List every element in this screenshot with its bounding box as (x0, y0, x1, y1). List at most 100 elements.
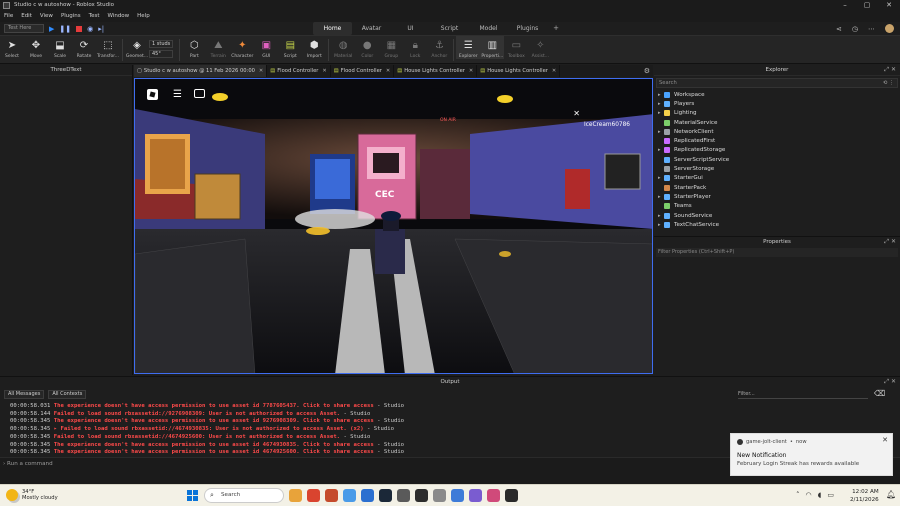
tool-rotate[interactable]: ⟳ Rotate (72, 36, 96, 59)
panel-controls-icon[interactable]: ⤢ ✕ (884, 378, 896, 386)
menu-window[interactable]: Window (107, 13, 129, 19)
menu-test[interactable]: Test (89, 13, 100, 19)
explorer-item[interactable]: ▸ NetworkClient (658, 127, 900, 136)
menu-view[interactable]: View (40, 13, 53, 19)
notification-toast[interactable]: game-jolt-client • now ✕ New Notificatio… (730, 433, 893, 476)
tool-select[interactable]: ➤ Select (0, 36, 24, 59)
explorer-item[interactable]: ▸ ReplicatedStorage (658, 146, 900, 155)
taskbar-app-icon[interactable] (433, 489, 446, 502)
tool-gui[interactable]: ▣ GUI (254, 36, 278, 59)
close-icon[interactable]: ✕ (882, 436, 888, 444)
tool-geometry[interactable]: ◈ Geomet... (125, 36, 149, 59)
menu-file[interactable]: File (4, 13, 13, 19)
close-tab-icon[interactable]: ✕ (322, 68, 326, 74)
weather-widget[interactable]: 34°F Mostly cloudy (6, 489, 58, 501)
tool-assistant[interactable]: ✧ Assist... (528, 36, 552, 59)
explorer-item[interactable]: ReplicatedFirst (658, 136, 900, 145)
tool-explorer[interactable]: ☰ Explorer (456, 36, 481, 59)
close-tab-icon[interactable]: ✕ (259, 68, 263, 74)
menu-edit[interactable]: Edit (21, 13, 32, 19)
output-filter-input[interactable]: Filter... (738, 390, 868, 399)
menu-help[interactable]: Help (137, 13, 150, 19)
taskbar-app-icon[interactable] (289, 489, 302, 502)
tab-avatar[interactable]: Avatar (352, 22, 391, 35)
explorer-item[interactable]: ▸ TextChatService (658, 220, 900, 229)
play-icon[interactable]: ▶ (49, 25, 54, 33)
log-line[interactable]: 00:00:58.345 The experience doesn't have… (10, 418, 404, 426)
taskbar-app-icon[interactable] (397, 489, 410, 502)
clear-output-icon[interactable]: ⌫ (874, 389, 885, 398)
move-snap-field[interactable]: 1 studs (149, 40, 174, 48)
log-line[interactable]: 00:00:58.345 ▸ Failed to load sound rbxa… (10, 426, 404, 434)
close-tab-icon[interactable]: ✕ (469, 68, 473, 74)
taskbar-app-icon[interactable] (451, 489, 464, 502)
taskbar-app-icon[interactable] (361, 489, 374, 502)
chevron-up-icon[interactable]: ˄ (796, 491, 800, 499)
tab-script[interactable]: Script (430, 22, 469, 35)
taskbar-app-icon[interactable] (505, 489, 518, 502)
tab-home[interactable]: Home (313, 22, 352, 35)
pause-icon[interactable]: ❚❚ (59, 25, 71, 33)
explorer-item[interactable]: Teams (658, 202, 900, 211)
notification-bell-icon[interactable]: 🔔︎ (886, 490, 896, 499)
tool-group[interactable]: ▦ Group (379, 36, 403, 59)
explorer-item[interactable]: ▸ Players (658, 99, 900, 108)
more-icon[interactable]: ⋯ (868, 25, 875, 33)
explorer-item[interactable]: ▸ Lighting (658, 109, 900, 118)
panel-controls-icon[interactable]: ⤢ ✕ (884, 238, 896, 246)
explorer-item[interactable]: ServerScriptService (658, 155, 900, 164)
tab-ui[interactable]: UI (391, 22, 430, 35)
gear-icon[interactable]: ⚙ (644, 67, 650, 75)
explorer-item[interactable]: ServerStorage (658, 164, 900, 173)
tool-character[interactable]: ✦ Character (230, 36, 254, 59)
tab-place[interactable]: ▢ Studio c w autoshow @ 11 Feb 2026 00:00… (134, 65, 268, 77)
tool-scale[interactable]: ⬓ Scale (48, 36, 72, 59)
tool-terrain[interactable]: ⛰ Terrain (206, 36, 230, 59)
chat-icon[interactable] (194, 89, 205, 98)
step-icon[interactable]: ▸| (98, 25, 104, 33)
taskbar-app-icon[interactable] (325, 489, 338, 502)
explorer-item[interactable]: ▸ StarterGui (658, 174, 900, 183)
menu-plugins[interactable]: Plugins (61, 13, 81, 19)
tool-import[interactable]: ⬢ Import (302, 36, 326, 59)
clock[interactable]: 12:02 AM 2/11/2026 (850, 488, 879, 504)
tool-move[interactable]: ✥ Move (24, 36, 48, 59)
close-icon[interactable]: ✕ (878, 0, 900, 10)
client-server-icon[interactable]: ◉ (87, 25, 93, 33)
explorer-search[interactable]: Search ⟲ ⋮ (656, 78, 898, 88)
tab-house-lights-2[interactable]: ▤ House Lights Controller ✕ (477, 65, 561, 77)
close-tab-icon[interactable]: ✕ (386, 68, 390, 74)
close-tab-icon[interactable]: ✕ (552, 68, 556, 74)
command-input[interactable]: › Run a command (3, 461, 53, 467)
minimize-icon[interactable]: – (834, 0, 856, 10)
log-line[interactable]: 00:00:58.345 Failed to load sound rbxass… (10, 434, 404, 442)
tool-transform[interactable]: ⬚ Transfor... (96, 36, 120, 59)
explorer-item[interactable]: ▸ Workspace (658, 90, 900, 99)
taskbar-app-icon[interactable] (415, 489, 428, 502)
battery-icon[interactable]: ▭ (827, 491, 834, 499)
tool-lock[interactable]: 🔒︎ Lock (403, 36, 427, 59)
rotate-snap-field[interactable]: 45° (149, 50, 174, 58)
windows-start-icon[interactable] (187, 490, 198, 501)
stop-icon[interactable] (76, 25, 83, 32)
explorer-item[interactable]: MaterialService (658, 118, 900, 127)
add-tab-icon[interactable]: + (547, 22, 565, 35)
wifi-icon[interactable]: ◠ (806, 491, 812, 499)
taskbar-app-icon[interactable] (379, 489, 392, 502)
tool-properties[interactable]: ▥ Properti... (480, 36, 505, 59)
tab-flood-controller-2[interactable]: ▤ Flood Controller ✕ (331, 65, 395, 77)
hamburger-icon[interactable]: ☰ (173, 90, 182, 100)
explorer-item[interactable]: StarterPack (658, 183, 900, 192)
taskbar-app-icon[interactable] (487, 489, 500, 502)
log-line[interactable]: 00:00:58.345 The experience doesn't have… (10, 442, 404, 450)
filter-icon[interactable]: ⟲ ⋮ (883, 79, 894, 87)
tool-color[interactable]: ● Color (355, 36, 379, 59)
history-icon[interactable]: ◷ (852, 25, 858, 33)
log-line[interactable]: 00:00:58.031 The experience doesn't have… (10, 403, 404, 411)
taskbar-app-icon[interactable] (343, 489, 356, 502)
3d-viewport[interactable]: CEC ON AIR ☰ ✕ IceCream60786 (134, 78, 653, 374)
taskbar-app-icon[interactable] (469, 489, 482, 502)
log-line[interactable]: 00:00:58.345 The experience doesn't have… (10, 449, 404, 457)
taskbar-search[interactable]: ⌕ Search (204, 488, 284, 503)
maximize-icon[interactable]: ▢ (856, 0, 878, 10)
